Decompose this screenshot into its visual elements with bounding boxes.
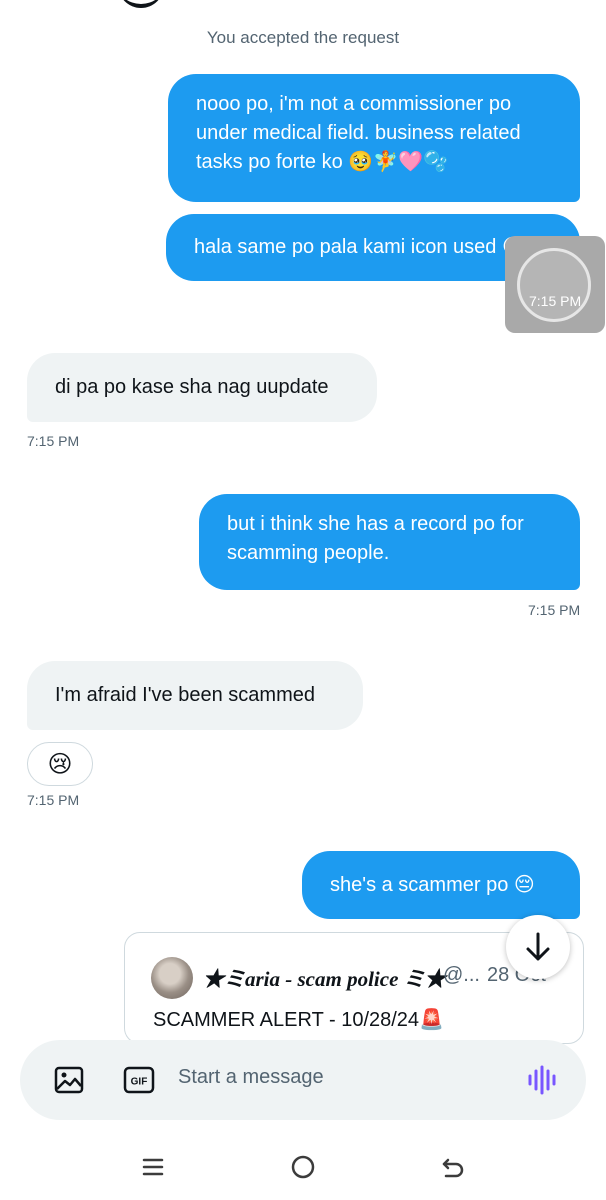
add-gif-button[interactable]: GIF [122, 1064, 156, 1096]
voice-message-button[interactable] [524, 1062, 560, 1098]
message-text: but i think she has a record po for scam… [227, 513, 524, 564]
back-icon [442, 1158, 464, 1178]
message-bubble-incoming[interactable]: di pa po kase sha nag uupdate [27, 353, 377, 422]
svg-text:GIF: GIF [131, 1077, 148, 1088]
message-text: hala same po pala kami icon used 😔 [194, 236, 523, 258]
message-timestamp: 7:15 PM [529, 293, 582, 309]
message-bubble-outgoing[interactable]: she's a scammer po 😔 [302, 851, 580, 919]
message-timestamp: 7:15 PM [528, 602, 581, 618]
message-text: she's a scammer po 😔 [330, 874, 535, 896]
voice-icon [528, 1065, 556, 1095]
message-reaction[interactable]: 😢 [27, 742, 93, 786]
message-bubble-outgoing[interactable]: but i think she has a record po for scam… [199, 494, 580, 590]
home-button[interactable] [288, 1152, 318, 1182]
post-text: SCAMMER ALERT - 10/28/24🚨 [153, 1009, 444, 1031]
message-text: nooo po, i'm not a commissioner po under… [196, 93, 521, 173]
recent-apps-button[interactable] [138, 1152, 168, 1182]
avatar [151, 957, 193, 999]
message-bubble-incoming[interactable]: I'm afraid I've been scammed [27, 661, 363, 730]
post-author-name: ★ミaria - scam police ミ★ [203, 967, 446, 991]
arrow-down-icon [526, 932, 550, 961]
home-icon [291, 1155, 315, 1179]
system-navigation-bar [0, 1130, 606, 1200]
crying-face-icon: 😢 [47, 750, 73, 778]
message-text: I'm afraid I've been scammed [55, 684, 315, 706]
scroll-to-bottom-button[interactable] [506, 915, 570, 979]
floating-overlay-circle[interactable] [517, 248, 591, 322]
system-note: You accepted the request [206, 28, 400, 47]
message-text: di pa po kase sha nag uupdate [55, 376, 329, 398]
image-icon [54, 1066, 84, 1094]
message-timestamp: 7:15 PM [27, 433, 80, 449]
message-composer: GIF [20, 1040, 586, 1120]
top-partial-shape [118, 0, 164, 8]
gif-icon: GIF [123, 1066, 155, 1094]
back-button[interactable] [438, 1152, 468, 1182]
message-bubble-outgoing[interactable]: nooo po, i'm not a commissioner po under… [168, 74, 580, 202]
message-input[interactable] [178, 1066, 498, 1089]
message-timestamp: 7:15 PM [27, 792, 80, 808]
add-image-button[interactable] [52, 1064, 86, 1096]
post-author-handle: @... [443, 964, 480, 986]
menu-icon [142, 1158, 164, 1176]
